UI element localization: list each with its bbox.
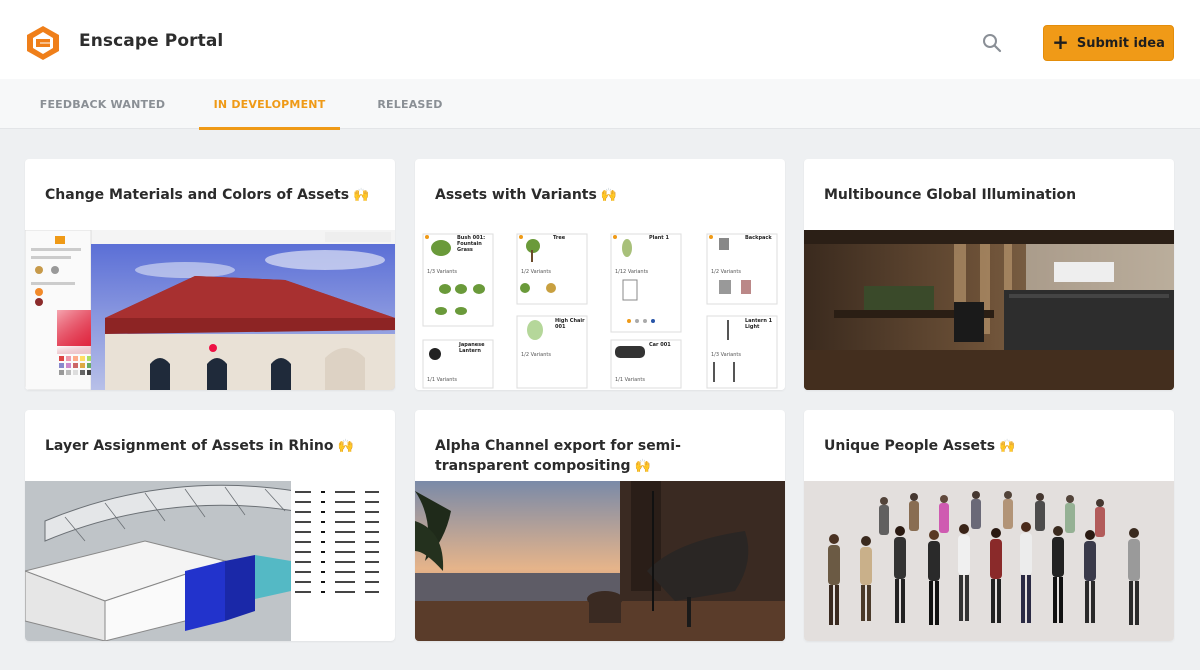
search-icon[interactable]: [982, 33, 1002, 53]
variant-count: 1/3 Variants: [427, 269, 457, 275]
tab-label: RELEASED: [377, 97, 443, 111]
variant-count: 1/3 Variants: [711, 352, 741, 358]
card-title: Unique People Assets 🙌: [824, 436, 1156, 457]
raised-hands-icon: 🙌: [337, 439, 354, 454]
variant-name: Bush 001: Fountain Grass: [457, 235, 486, 253]
people-assets-render: [804, 481, 1174, 641]
raised-hands-icon: 🙌: [600, 188, 618, 203]
submit-idea-button[interactable]: + Submit idea: [1043, 25, 1174, 61]
material-editor-screenshot: [25, 230, 395, 390]
variant-name: Japanese Lantern: [459, 342, 485, 354]
variant-name: Tree: [553, 235, 566, 241]
idea-card[interactable]: Unique People Assets 🙌: [804, 410, 1174, 641]
variant-count: 1/2 Variants: [521, 352, 551, 358]
card-title-text: Unique People Assets: [824, 438, 996, 454]
portal-title[interactable]: Enscape Portal: [79, 31, 223, 51]
plus-icon: +: [1052, 30, 1069, 54]
card-title-text: Multibounce Global Illumination: [824, 187, 1077, 203]
idea-card[interactable]: Change Materials and Colors of Assets 🙌: [25, 159, 395, 390]
card-title: Change Materials and Colors of Assets 🙌: [45, 185, 377, 206]
submit-idea-label: Submit idea: [1076, 35, 1165, 51]
office-interior-render: [804, 230, 1174, 390]
status-tabs: FEEDBACK WANTED IN DEVELOPMENT RELEASED: [0, 79, 1200, 130]
tab-label: IN DEVELOPMENT: [213, 97, 326, 111]
variant-count: 1/1 Variants: [427, 377, 457, 383]
variant-count: 1/1 Variants: [615, 377, 645, 383]
card-image: [804, 481, 1174, 641]
sunset-lounge-render: [415, 481, 785, 641]
tab-label: FEEDBACK WANTED: [39, 97, 166, 111]
rhino-layers-screenshot: [25, 481, 395, 641]
card-image: [415, 481, 785, 641]
card-title: Assets with Variants 🙌: [435, 185, 767, 206]
card-title: Alpha Channel export for semi-transparen…: [435, 436, 767, 477]
variant-name: Car 001: [649, 342, 671, 348]
tab-feedback-wanted[interactable]: FEEDBACK WANTED: [24, 79, 181, 129]
top-header: Enscape Portal + Submit idea: [0, 0, 1200, 79]
variant-count: 1/12 Variants: [615, 269, 649, 275]
variant-count: 1/2 Variants: [521, 269, 551, 275]
idea-card[interactable]: Layer Assignment of Assets in Rhino 🙌: [25, 410, 395, 641]
raised-hands-icon: 🙌: [999, 439, 1016, 454]
card-title-text: Assets with Variants: [435, 187, 597, 203]
variant-name: Plant 1: [649, 235, 669, 241]
card-image: [25, 230, 395, 390]
card-title: Multibounce Global Illumination: [824, 185, 1156, 206]
card-title: Layer Assignment of Assets in Rhino 🙌: [45, 436, 377, 457]
idea-card[interactable]: Assets with Variants 🙌 Bush 001: Fountai…: [415, 159, 785, 390]
raised-hands-icon: 🙌: [634, 459, 651, 474]
tab-in-development[interactable]: IN DEVELOPMENT: [199, 79, 340, 130]
card-image: [25, 481, 395, 641]
variant-count: 1/2 Variants: [711, 269, 741, 275]
variant-name: Backpack: [745, 235, 772, 241]
card-image: Bush 001: Fountain Grass 1/3 Variants Tr…: [415, 230, 785, 390]
idea-card[interactable]: Alpha Channel export for semi-transparen…: [415, 410, 785, 641]
tab-released[interactable]: RELEASED: [360, 79, 460, 129]
raised-hands-icon: 🙌: [353, 188, 370, 203]
card-title-text: Layer Assignment of Assets in Rhino: [45, 438, 334, 454]
card-title-text: Change Materials and Colors of Assets: [45, 187, 350, 203]
variant-name: High Chair 001: [555, 318, 585, 330]
variant-name: Lantern 1 Light: [745, 318, 773, 330]
idea-card[interactable]: Multibounce Global Illumination: [804, 159, 1174, 390]
variants-panels-graphic: [422, 233, 778, 389]
card-image: [804, 230, 1174, 390]
enscape-logo-icon[interactable]: [24, 24, 62, 62]
